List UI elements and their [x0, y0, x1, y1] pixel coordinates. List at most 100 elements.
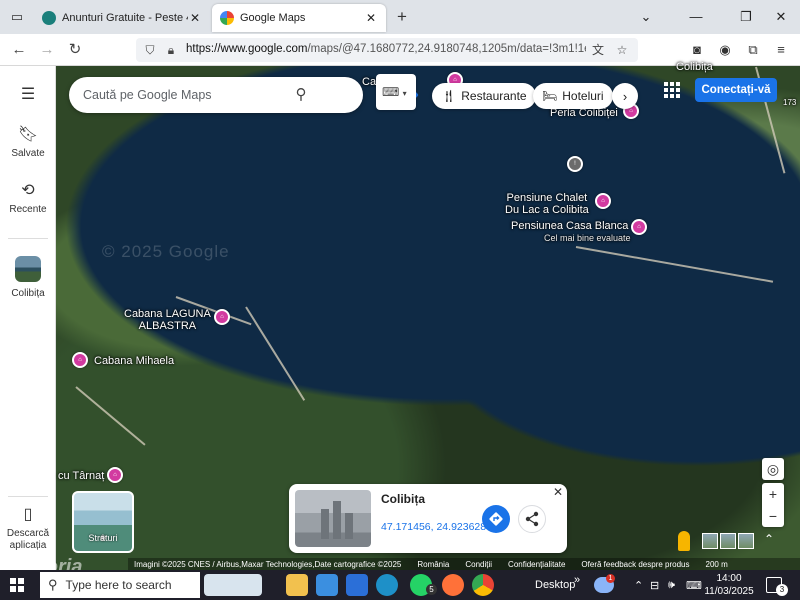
shield-icon[interactable]: ⛉ — [142, 42, 158, 58]
share-icon — [525, 511, 539, 527]
lodging-pin-icon[interactable]: ⌂ — [72, 352, 88, 368]
tab-anunturi[interactable]: Anunturi Gratuite - Peste 4 milio ✕ — [34, 4, 210, 32]
place-label-tarnat[interactable]: cu Târnaț — [58, 470, 104, 482]
bookmark-star-icon[interactable]: ☆ — [614, 42, 630, 58]
pocket-icon[interactable]: ◙ — [688, 41, 706, 59]
my-location-button[interactable]: ◎ — [762, 458, 784, 480]
network-icon[interactable]: ⊟ — [650, 579, 659, 592]
url-domain: https://www.google.com — [186, 43, 308, 55]
search-highlight-icon[interactable] — [204, 574, 262, 596]
sign-in-button[interactable]: Conectați-vă — [695, 78, 777, 102]
forward-icon[interactable]: → — [36, 40, 58, 60]
search-icon[interactable]: ⚲ — [291, 85, 311, 105]
app-menu-icon[interactable]: ≡ — [772, 41, 790, 59]
place-photo[interactable] — [295, 490, 371, 547]
tab-title: Google Maps — [240, 12, 306, 24]
terms-link[interactable]: Condiții — [465, 560, 492, 569]
place-label-colibita[interactable]: Colibița — [676, 61, 713, 73]
file-explorer-icon[interactable] — [286, 574, 308, 596]
layers-button[interactable]: ◈ Straturi — [72, 491, 134, 553]
restore-icon[interactable]: ❐ — [731, 6, 761, 28]
place-card[interactable]: Colibița 47.171456, 24.923628 ✕ — [289, 484, 567, 553]
recent-place-label: Colibița — [11, 288, 45, 299]
privacy-link[interactable]: Confidențialitate — [508, 560, 565, 569]
road — [575, 246, 774, 283]
edge-icon[interactable] — [376, 574, 398, 596]
minimize-icon[interactable]: — — [681, 6, 711, 28]
translate-icon[interactable]: 文 — [590, 42, 606, 58]
download-app-button[interactable]: ▯ Descarcă aplicația — [0, 506, 56, 552]
casa-blanca-subtitle: Cel mai bine evaluate — [544, 233, 631, 243]
apps-grid-icon[interactable] — [664, 82, 680, 98]
zoom-in-button[interactable]: + — [762, 483, 784, 505]
tab-overflow-icon[interactable]: ⌄ — [631, 6, 661, 28]
tab-list-icon[interactable]: ▭ — [8, 8, 26, 26]
recent-place-colibita[interactable]: Colibița — [0, 256, 56, 299]
extensions-icon[interactable]: ⧉ — [744, 41, 762, 59]
account-icon[interactable]: ◉ — [716, 41, 734, 59]
chevron-up-icon[interactable]: ⌃ — [764, 532, 774, 546]
firefox-icon[interactable] — [442, 574, 464, 596]
toolbar-expand-icon[interactable]: » — [574, 574, 580, 586]
lodging-pin-icon[interactable]: ⌂ — [214, 309, 230, 325]
scale-label[interactable]: 200 m — [706, 560, 728, 569]
lodging-pin-icon[interactable]: ⌂ — [631, 219, 647, 235]
keyboard-lang-icon[interactable]: ⌨ — [686, 579, 702, 592]
country-link[interactable]: România — [417, 560, 449, 569]
place-label-chalet[interactable]: Pensiune Chalet Du Lac a Colibita — [505, 192, 589, 216]
chip-label: Hoteluri — [562, 89, 604, 103]
close-icon[interactable]: ✕ — [551, 485, 565, 499]
sidebar-divider — [8, 238, 48, 239]
download-app-label: Descarcă aplicația — [6, 528, 50, 551]
search-input[interactable] — [83, 86, 283, 104]
tray-up-arrow-icon[interactable]: ⌃ — [634, 579, 643, 592]
desktop-toolbar-label[interactable]: Desktop — [535, 579, 575, 591]
place-coordinates[interactable]: 47.171456, 24.923628 — [381, 521, 486, 533]
lock-icon[interactable]: 🔒︎ — [163, 42, 179, 58]
address-bar[interactable]: ⛉ 🔒︎ https://www.google.com/maps/@47.168… — [136, 38, 638, 62]
chip-restaurants[interactable]: 🍴︎ Restaurante — [432, 83, 536, 109]
saved-button[interactable]: 🔖︎ Salvate — [0, 126, 56, 159]
new-tab-icon[interactable]: + — [393, 8, 411, 26]
url-text[interactable]: https://www.google.com/maps/@47.1680772,… — [186, 43, 586, 55]
restaurant-icon: 🍴︎ — [441, 89, 457, 103]
chevron-right-icon: › — [622, 88, 628, 104]
chip-label: Restaurante — [461, 89, 527, 103]
store-icon[interactable] — [316, 574, 338, 596]
recent-button[interactable]: ⟲ Recente — [0, 182, 56, 215]
feedback-link[interactable]: Oferă feedback despre produs — [581, 560, 689, 569]
windows-start-icon[interactable] — [10, 578, 24, 592]
lodging-pin-icon[interactable]: ⌂ — [595, 193, 611, 209]
window-close-icon[interactable]: ✕ — [766, 6, 796, 28]
back-icon[interactable]: ← — [8, 40, 30, 60]
map-footer: Imagini ©2025 CNES / Airbus,Maxar Techno… — [128, 558, 800, 570]
menu-button[interactable]: ☰ — [0, 86, 56, 108]
map-type-thumbnails[interactable] — [702, 533, 754, 549]
lodging-pin-icon[interactable]: ⌂ — [107, 467, 123, 483]
mail-icon[interactable] — [346, 574, 368, 596]
volume-icon[interactable]: 🕪︎ — [668, 579, 675, 592]
taskbar-search[interactable]: ⚲ Type here to search — [40, 572, 200, 598]
directions-icon — [489, 512, 503, 526]
zoom-out-button[interactable]: − — [762, 505, 784, 527]
place-label-casa-blanca[interactable]: Pensiunea Casa Blanca Cel mai bine evalu… — [511, 220, 631, 244]
input-tools-button[interactable]: ⌨ ▾ — [376, 74, 416, 110]
tab-close-icon[interactable]: ✕ — [188, 11, 202, 25]
tab-google-maps[interactable]: Google Maps ✕ — [212, 4, 386, 32]
landmark-pin-icon[interactable]: ! — [567, 156, 583, 172]
chips-next-button[interactable]: › — [612, 83, 638, 109]
place-label-laguna[interactable]: Cabana LAGUNA ALBASTRA — [124, 308, 211, 332]
history-icon: ⟲ — [21, 182, 35, 199]
system-clock[interactable]: 14:00 11/03/2025 — [702, 572, 756, 598]
reload-icon[interactable]: ↻ — [64, 40, 86, 60]
chrome-icon[interactable] — [472, 574, 494, 596]
pegman-icon[interactable] — [678, 531, 690, 551]
dropdown-icon: ▾ — [402, 89, 407, 98]
taskbar-search-placeholder: Type here to search — [65, 578, 172, 592]
tab-close-icon[interactable]: ✕ — [364, 11, 378, 25]
share-button[interactable] — [518, 505, 546, 533]
place-label-mihaela[interactable]: Cabana Mihaela — [94, 355, 174, 367]
chip-hotels[interactable]: 🛏︎ Hoteluri — [533, 83, 613, 109]
directions-button[interactable] — [482, 505, 510, 533]
search-box: ⚲ — [69, 77, 419, 113]
